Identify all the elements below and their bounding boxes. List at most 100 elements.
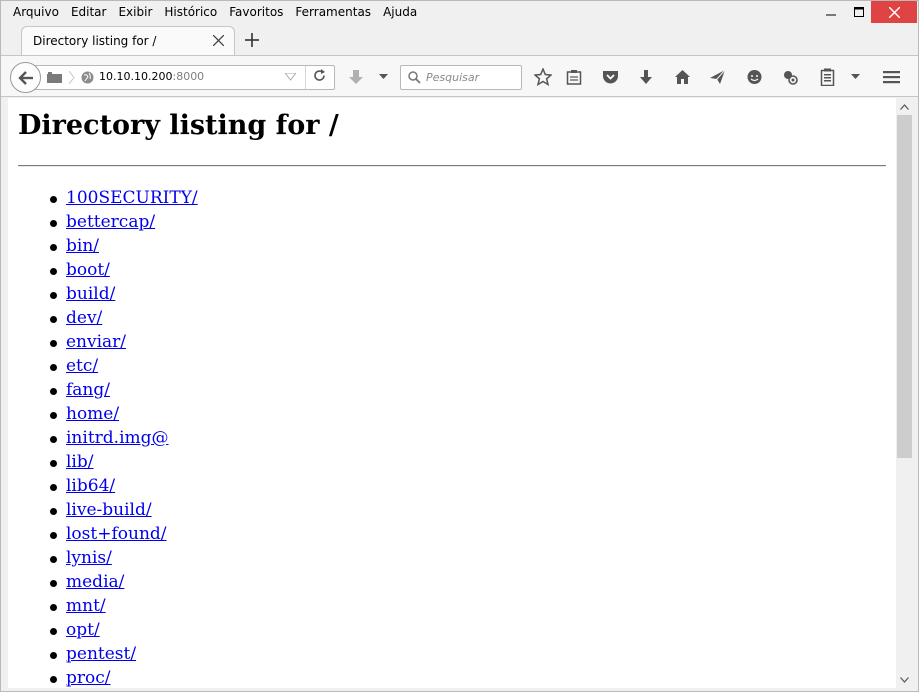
bullet-icon — [50, 532, 57, 539]
directory-link[interactable]: bin/ — [66, 236, 99, 256]
bullet-icon — [50, 556, 57, 563]
directory-link[interactable]: dev/ — [66, 308, 102, 328]
tab-title: Directory listing for / — [33, 34, 157, 48]
tab-strip: Directory listing for / — [1, 23, 918, 55]
extension-icon — [783, 70, 798, 85]
pocket-icon — [602, 71, 618, 84]
bookmark-star-button[interactable] — [533, 67, 553, 87]
directory-link[interactable]: lib/ — [66, 452, 93, 472]
close-icon — [212, 34, 225, 47]
menu-arquivo[interactable]: Arquivo — [13, 5, 59, 19]
bullet-icon — [50, 604, 57, 611]
back-arrow-icon — [17, 70, 33, 85]
directory-link[interactable]: lost+found/ — [66, 524, 167, 544]
search-input[interactable]: Pesquisar — [400, 65, 522, 90]
directory-link[interactable]: lib64/ — [66, 476, 115, 496]
hamburger-menu-icon — [882, 71, 900, 84]
directory-link[interactable]: enviar/ — [66, 332, 126, 352]
send-tab-button[interactable] — [707, 67, 727, 87]
clipboard-addon-icon — [820, 68, 834, 86]
bullet-icon — [50, 652, 57, 659]
url-host: 10.10.10.200 — [99, 70, 173, 83]
chevron-down-icon — [900, 676, 909, 683]
directory-link[interactable]: media/ — [66, 572, 124, 592]
home-button[interactable] — [672, 67, 692, 87]
scrollbar-thumb[interactable] — [897, 115, 912, 458]
navigation-toolbar: 10.10.10.200:8000 Pesquisar — [1, 55, 918, 97]
menu-ajuda[interactable]: Ajuda — [383, 5, 417, 19]
directory-link[interactable]: live-build/ — [66, 500, 152, 520]
clipboard-icon — [566, 70, 582, 85]
reload-icon — [314, 69, 325, 81]
chevron-right-icon — [69, 71, 75, 84]
back-button[interactable] — [10, 62, 41, 93]
download-button[interactable] — [346, 67, 366, 87]
home-icon — [674, 70, 690, 84]
search-placeholder: Pesquisar — [426, 71, 480, 84]
directory-link[interactable]: proc/ — [66, 668, 111, 688]
close-icon — [888, 6, 900, 18]
tab-close-button[interactable] — [212, 32, 225, 50]
address-bar[interactable]: 10.10.10.200:8000 — [28, 65, 335, 90]
maximize-button[interactable] — [847, 1, 871, 23]
menu-historico[interactable]: Histórico — [164, 5, 217, 19]
directory-link[interactable]: home/ — [66, 404, 119, 424]
chevron-down-icon — [378, 74, 388, 79]
directory-link[interactable]: fang/ — [66, 380, 110, 400]
directory-link[interactable]: initrd.img@ — [66, 428, 169, 448]
close-window-button[interactable] — [871, 1, 917, 23]
bullet-icon — [50, 412, 57, 419]
bullet-icon — [50, 484, 57, 491]
bullet-icon — [50, 364, 57, 371]
directory-link[interactable]: pentest/ — [66, 644, 136, 664]
bullet-icon — [50, 580, 57, 587]
downloads-button[interactable] — [636, 67, 656, 87]
directory-link[interactable]: 100SECURITY/ — [66, 188, 198, 208]
directory-link[interactable]: bettercap/ — [66, 212, 155, 232]
globe-icon — [81, 71, 94, 84]
plus-icon — [245, 33, 259, 47]
chevron-up-icon — [900, 103, 909, 110]
browser-window: Arquivo Editar Exibir Histórico Favorito… — [0, 0, 919, 692]
bullet-icon — [50, 508, 57, 515]
bookmarks-menu-button[interactable] — [564, 67, 584, 87]
directory-link[interactable]: mnt/ — [66, 596, 106, 616]
minimize-button[interactable] — [819, 1, 843, 23]
reload-button[interactable] — [313, 69, 326, 86]
url-history-dropdown[interactable] — [283, 72, 298, 84]
bullet-icon — [50, 244, 57, 251]
paper-plane-icon — [709, 69, 725, 84]
download-dropdown-button[interactable] — [372, 67, 394, 87]
clipboard-addon-button[interactable] — [817, 67, 837, 87]
new-tab-button[interactable] — [242, 28, 262, 52]
menu-favoritos[interactable]: Favoritos — [229, 5, 283, 19]
directory-link[interactable]: boot/ — [66, 260, 110, 280]
maximize-icon — [854, 7, 864, 17]
chevron-down-icon — [283, 72, 298, 81]
hello-chat-button[interactable] — [744, 67, 764, 87]
bullet-icon — [50, 196, 57, 203]
menu-exibir[interactable]: Exibir — [118, 5, 152, 19]
star-icon — [534, 68, 552, 86]
url-text: 10.10.10.200:8000 — [99, 70, 204, 83]
menu-editar[interactable]: Editar — [71, 5, 107, 19]
tab-directory-listing[interactable]: Directory listing for / — [21, 26, 235, 55]
scroll-up-button[interactable] — [896, 98, 913, 115]
scroll-down-button[interactable] — [896, 671, 913, 688]
menu-ferramentas[interactable]: Ferramentas — [295, 5, 371, 19]
divider — [305, 66, 306, 89]
menu-bar: Arquivo Editar Exibir Histórico Favorito… — [1, 1, 918, 23]
chevron-down-icon — [850, 74, 860, 79]
divider — [18, 165, 886, 167]
menu-button[interactable] — [881, 67, 901, 87]
bullet-icon — [50, 292, 57, 299]
directory-link[interactable]: etc/ — [66, 356, 98, 376]
vertical-scrollbar[interactable] — [896, 98, 913, 688]
extension-button[interactable] — [780, 67, 800, 87]
directory-link[interactable]: build/ — [66, 284, 115, 304]
overflow-dropdown-button[interactable] — [844, 67, 866, 87]
bullet-icon — [50, 460, 57, 467]
pocket-button[interactable] — [600, 67, 620, 87]
directory-link[interactable]: lynis/ — [66, 548, 112, 568]
directory-link[interactable]: opt/ — [66, 620, 100, 640]
